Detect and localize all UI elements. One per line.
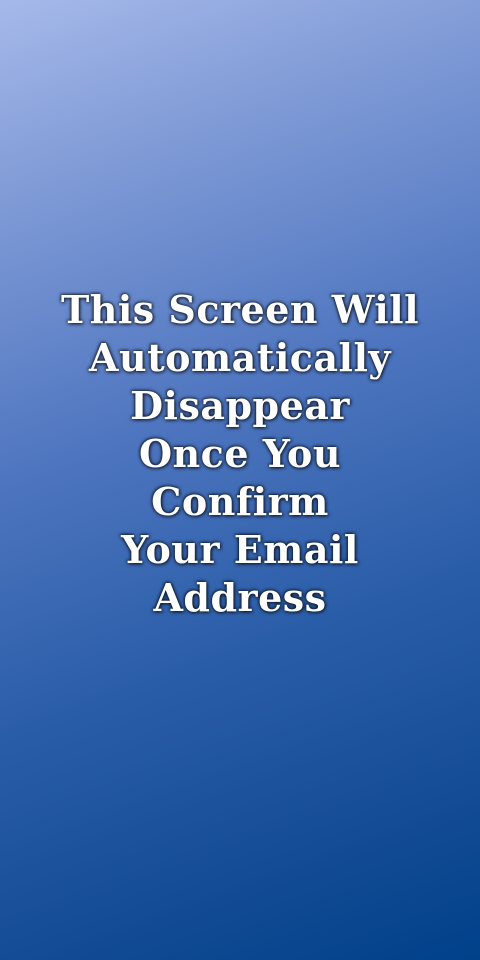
message-line: Your Email bbox=[121, 527, 359, 572]
message-line: Confirm bbox=[151, 479, 329, 524]
message-line: Address bbox=[153, 575, 327, 620]
message-line: Once You bbox=[138, 431, 342, 476]
message-line: Automatically bbox=[88, 335, 392, 380]
message-line: This Screen Will bbox=[60, 287, 420, 332]
message-line: Disappear bbox=[130, 383, 350, 428]
confirmation-message: This Screen Will Automatically Disappear… bbox=[0, 286, 480, 622]
email-confirmation-screen: This Screen Will Automatically Disappear… bbox=[0, 0, 480, 960]
